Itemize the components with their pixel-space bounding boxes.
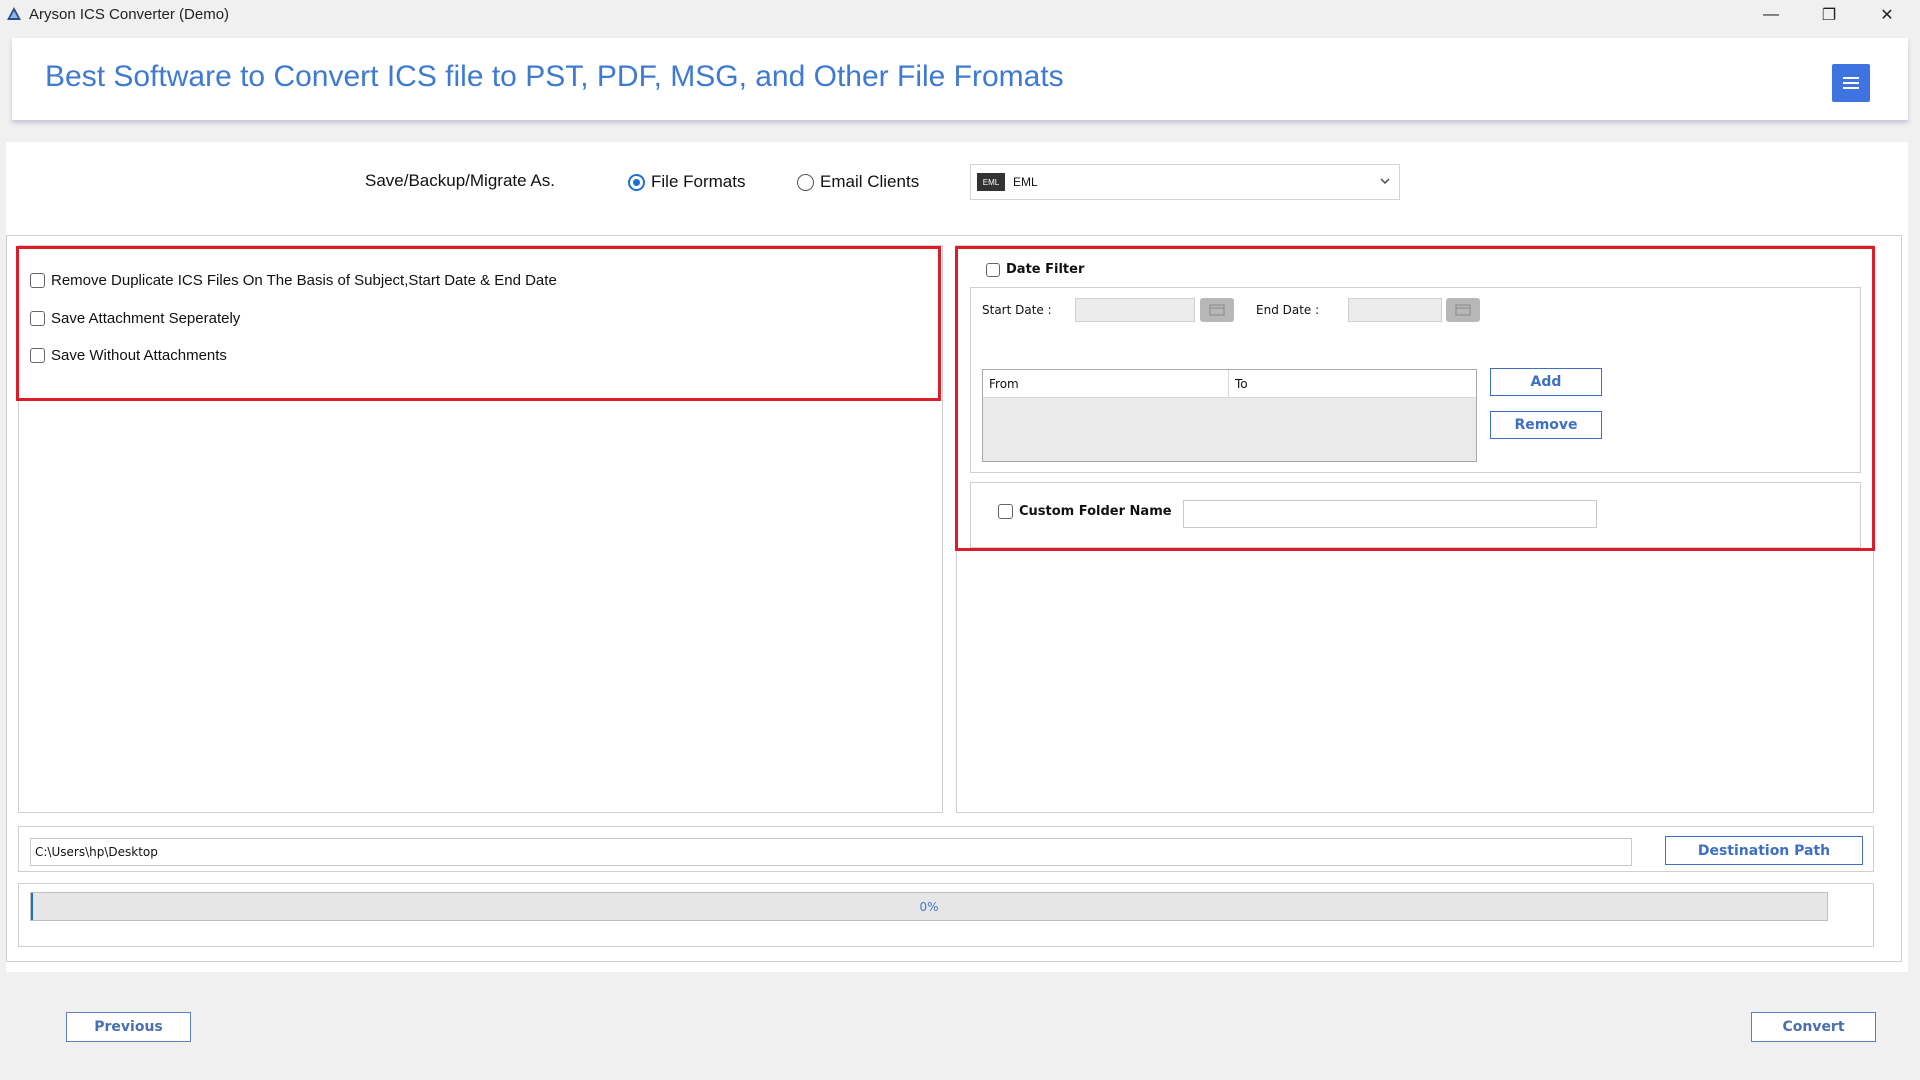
header-banner: Best Software to Convert ICS file to PST… xyxy=(12,38,1908,120)
radio-unchecked-icon xyxy=(797,173,814,191)
format-dropdown[interactable]: EML EML xyxy=(970,164,1400,200)
progress-percent-text: 0% xyxy=(919,899,939,914)
minimize-button[interactable]: — xyxy=(1742,0,1800,30)
window-title: Aryson ICS Converter (Demo) xyxy=(29,6,230,23)
save-as-label: Save/Backup/Migrate As. xyxy=(365,171,555,190)
menu-button[interactable] xyxy=(1832,64,1870,102)
title-bar: Aryson ICS Converter (Demo) — ❐ ✕ xyxy=(0,0,1920,30)
radio-email-clients-label: Email Clients xyxy=(820,172,920,191)
highlight-filter-box xyxy=(955,246,1875,551)
chevron-down-icon xyxy=(1380,178,1390,184)
highlight-options-box xyxy=(16,246,941,401)
radio-file-formats-label: File Formats xyxy=(651,172,746,191)
convert-button[interactable]: Convert xyxy=(1751,1012,1876,1042)
radio-checked-icon xyxy=(628,173,645,191)
hamburger-menu-icon xyxy=(1843,77,1859,89)
maximize-button[interactable]: ❐ xyxy=(1800,0,1858,30)
destination-path-input[interactable]: C:\Users\hp\Desktop xyxy=(30,838,1632,866)
app-logo-icon xyxy=(7,7,21,20)
format-selected-value: EML xyxy=(1013,175,1038,189)
destination-path-button[interactable]: Destination Path xyxy=(1665,836,1863,865)
progress-bar: 0% xyxy=(30,892,1828,921)
eml-format-icon: EML xyxy=(977,173,1005,191)
page-title: Best Software to Convert ICS file to PST… xyxy=(45,60,1064,93)
previous-button[interactable]: Previous xyxy=(66,1012,191,1042)
radio-file-formats[interactable]: File Formats xyxy=(624,166,789,198)
radio-email-clients[interactable]: Email Clients xyxy=(794,166,964,198)
close-button[interactable]: ✕ xyxy=(1858,0,1916,30)
